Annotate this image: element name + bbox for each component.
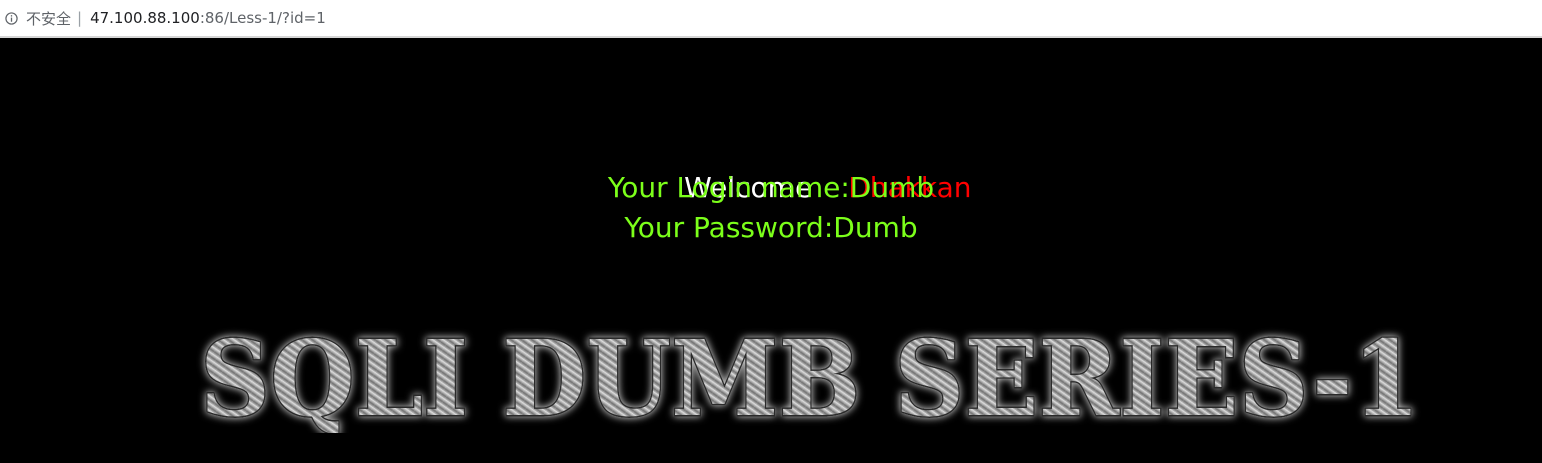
series-banner: SQLI DUMB SERIES-1 — [199, 323, 1422, 433]
address-separator: | — [77, 9, 83, 27]
banner-text: SQLI DUMB SERIES-1 — [200, 323, 1420, 433]
security-label[interactable]: 不安全 — [26, 8, 71, 29]
url-path[interactable]: :86/Less-1/?id=1 — [200, 9, 326, 27]
login-name-line: Your Login name:Dumb — [607, 171, 935, 204]
password-line: Your Password:Dumb — [624, 211, 918, 244]
page-content: Welcome Dhakkan Your Login name:Dumb Your… — [0, 40, 1542, 463]
url-host[interactable]: 47.100.88.100 — [90, 9, 200, 27]
address-bar[interactable]: 不安全 | 47.100.88.100:86/Less-1/?id=1 — [0, 0, 1542, 38]
info-icon[interactable] — [5, 11, 18, 25]
